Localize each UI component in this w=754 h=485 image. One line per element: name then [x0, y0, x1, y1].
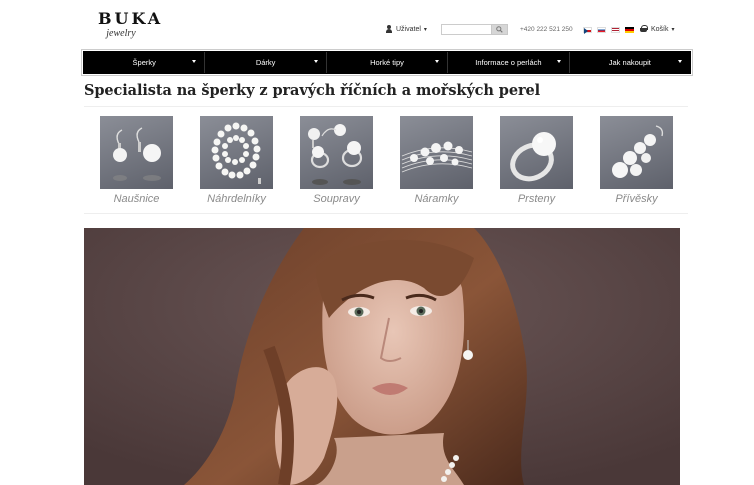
- ring-image: [500, 116, 573, 189]
- category-nausnice[interactable]: Naušnice: [100, 116, 173, 205]
- main-navigation: Šperky Dárky Horké tipy Informace o perl…: [83, 51, 691, 74]
- category-label: Náhrdelníky: [207, 193, 266, 205]
- logo[interactable]: BUKA jewelry: [98, 9, 164, 40]
- flag-sk-icon[interactable]: [597, 27, 606, 33]
- nav-item-jak-nakoupit[interactable]: Jak nakoupit: [570, 52, 690, 73]
- cart-link[interactable]: Košík ▾: [639, 25, 675, 33]
- page-title: Specialista na šperky z pravých říčních …: [84, 82, 541, 99]
- search-input[interactable]: [441, 24, 491, 35]
- language-switcher: [583, 27, 634, 34]
- caret-down-icon: [313, 60, 318, 63]
- category-label: Náramky: [414, 193, 459, 205]
- jewelry-set-image: [300, 116, 373, 189]
- nav-item-darky[interactable]: Dárky: [205, 52, 327, 73]
- cart-label: Košík: [651, 25, 669, 33]
- category-nahrdelniky[interactable]: Náhrdelníky: [200, 116, 273, 205]
- nav-item-label: Informace o perlách: [475, 58, 542, 67]
- category-label: Naušnice: [113, 193, 160, 205]
- phone-number: +420 222 521 250: [520, 26, 573, 33]
- nav-item-sperky[interactable]: Šperky: [84, 52, 206, 73]
- chevron-down-icon: ▾: [671, 26, 675, 33]
- category-privesky[interactable]: Přívěsky: [600, 116, 673, 205]
- nav-item-informace[interactable]: Informace o perlách: [448, 52, 570, 73]
- category-naramky[interactable]: Náramky: [400, 116, 473, 205]
- nav-item-horke-tipy[interactable]: Horké tipy: [327, 52, 449, 73]
- flag-de-icon[interactable]: [625, 27, 634, 33]
- category-label: Soupravy: [313, 193, 360, 205]
- user-menu[interactable]: Uživatel ▾: [385, 25, 427, 33]
- caret-down-icon: [556, 60, 561, 63]
- pendant-image: [600, 116, 673, 189]
- caret-down-icon: [435, 60, 440, 63]
- flag-cz-icon[interactable]: [583, 27, 592, 34]
- chevron-down-icon: ▾: [423, 26, 427, 33]
- category-label: Přívěsky: [615, 193, 658, 205]
- logo-wordmark: BUKA: [98, 9, 164, 28]
- earrings-image: [100, 116, 173, 189]
- basket-icon: [639, 25, 648, 33]
- user-icon: [385, 25, 393, 33]
- necklace-image: [200, 116, 273, 189]
- hero-banner[interactable]: [84, 228, 680, 485]
- category-soupravy[interactable]: Soupravy: [300, 116, 373, 205]
- logo-tagline: jewelry: [106, 28, 136, 39]
- search-button[interactable]: [491, 24, 508, 35]
- search-form: [441, 24, 508, 35]
- divider: [84, 106, 688, 107]
- caret-down-icon: [678, 60, 683, 63]
- nav-item-label: Horké tipy: [370, 58, 404, 67]
- category-label: Prsteny: [517, 193, 556, 205]
- category-grid: Naušnice Náhrdelníky Soupravy Náramky Pr…: [100, 116, 673, 208]
- user-menu-label: Uživatel: [396, 25, 421, 33]
- bracelet-image: [400, 116, 473, 189]
- nav-item-label: Šperky: [132, 58, 156, 67]
- caret-down-icon: [192, 60, 197, 63]
- category-prsteny[interactable]: Prsteny: [500, 116, 573, 205]
- nav-item-label: Jak nakoupit: [608, 58, 651, 67]
- search-icon: [496, 26, 503, 33]
- divider: [84, 213, 688, 214]
- model-photo: [84, 228, 680, 485]
- flag-en-icon[interactable]: [611, 27, 620, 33]
- nav-item-label: Dárky: [255, 58, 276, 67]
